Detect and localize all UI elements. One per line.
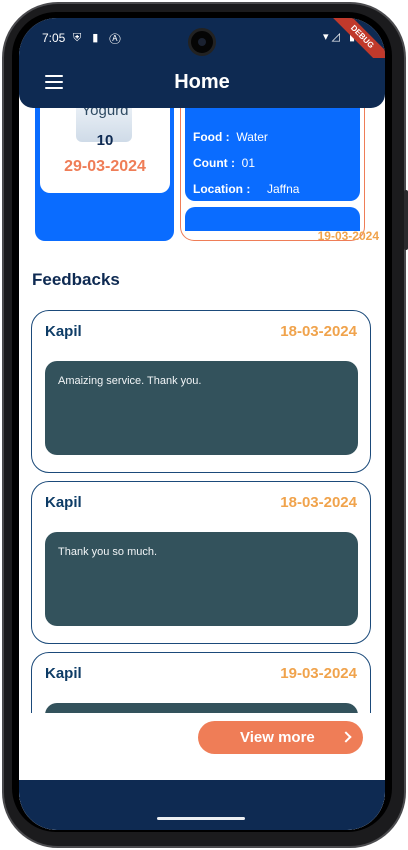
- count-row: Count : 01: [193, 156, 255, 170]
- feedback-author: Kapil: [45, 323, 82, 340]
- feedback-date: 18-03-2024: [280, 494, 357, 511]
- feedbacks-title: Feedbacks: [32, 270, 120, 289]
- chevron-right-icon: [340, 731, 352, 743]
- location-value: Jaffna: [267, 182, 300, 196]
- feedback-message: Amaizing service. Thank you.: [58, 375, 202, 387]
- phone-frame: Yogurd 10 29-03-2024 Food : Water Count …: [0, 0, 408, 850]
- app-bar: Home: [19, 58, 385, 108]
- donation-card-right-next: [185, 207, 360, 231]
- location-row: Location : Jaffna: [193, 182, 299, 196]
- feedback-message-box: Amaizing service. Thank you.: [45, 361, 358, 455]
- donation-date: 29-03-2024: [64, 158, 146, 175]
- feedback-author: Kapil: [45, 494, 82, 511]
- system-nav-bar: [19, 780, 385, 830]
- feedback-card[interactable]: Kapil 18-03-2024 Amaizing service. Thank…: [31, 310, 371, 473]
- feedback-date: 18-03-2024: [280, 323, 357, 340]
- food-label: Food :: [193, 130, 230, 144]
- count-label: Count :: [193, 156, 235, 170]
- feedback-date: 19-03-2024: [280, 665, 357, 682]
- view-more-label: View more: [240, 729, 315, 746]
- power-button: [404, 190, 408, 250]
- location-label: Location :: [193, 182, 251, 196]
- donation-item-count: 10: [96, 132, 114, 149]
- home-indicator[interactable]: [157, 817, 245, 820]
- feedback-message: Thank you so much.: [58, 546, 158, 558]
- donation-card-left-inner: Yogurd 10 29-03-2024: [40, 96, 170, 193]
- view-more-button[interactable]: View more: [198, 721, 363, 754]
- feedback-card[interactable]: Kapil 18-03-2024 Thank you so much.: [31, 481, 371, 644]
- page-title: Home: [174, 71, 230, 93]
- feedback-author: Kapil: [45, 665, 82, 682]
- food-row: Food : Water: [193, 130, 268, 144]
- notification-icons: ⛨ ▮ Ⓐ: [73, 32, 125, 44]
- feedback-message-box: Thank you so much.: [45, 532, 358, 626]
- food-value: Water: [236, 130, 268, 144]
- front-camera: [188, 28, 216, 56]
- donation-right-date: 19-03-2024: [317, 229, 379, 243]
- status-time: 7:05: [42, 31, 66, 45]
- status-bar: 7:05 ⛨ ▮ Ⓐ ▾◿ ▮ DEBUG: [19, 18, 385, 74]
- count-value: 01: [241, 156, 256, 170]
- donation-card-right-details: Food : Water Count : 01 Location : Jaffn…: [185, 96, 360, 201]
- app-screen: Yogurd 10 29-03-2024 Food : Water Count …: [19, 18, 385, 830]
